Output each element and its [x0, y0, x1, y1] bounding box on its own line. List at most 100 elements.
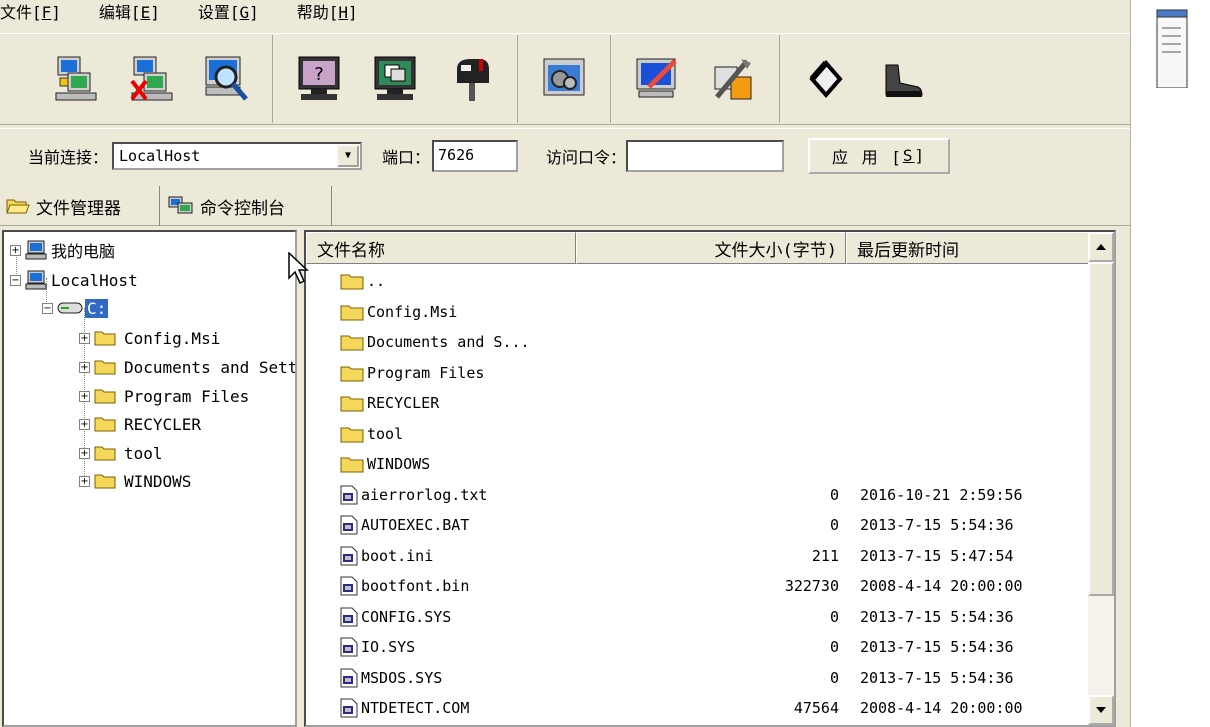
- table-row[interactable]: CONFIG.SYS 0 2013-7-15 5:54:36: [306, 602, 1089, 632]
- column-header-modified[interactable]: 最后更新时间: [846, 232, 1089, 264]
- file-list[interactable]: 文件名称 文件大小(字节) 最后更新时间 .. Config.Msi Documen…: [304, 230, 1116, 727]
- menu-file-key: F: [41, 3, 52, 22]
- scroll-thumb[interactable]: [1088, 262, 1114, 596]
- toolbar-group-settings: [518, 35, 611, 123]
- file-name: Config.Msi: [367, 302, 458, 321]
- table-row[interactable]: ..: [306, 266, 1089, 296]
- computer-icon: [25, 240, 47, 260]
- tree-node-folder[interactable]: + RECYCLER: [79, 410, 201, 438]
- file-size: 211: [811, 546, 839, 565]
- tree-node-folder[interactable]: + WINDOWS: [79, 467, 191, 495]
- port-input[interactable]: 7626: [432, 139, 519, 172]
- file-modified: 2008-4-14 20:00:00: [860, 577, 1023, 595]
- tree-label-localhost: LocalHost: [51, 270, 138, 290]
- back-button[interactable]: [795, 46, 857, 112]
- toolbar-group-edit: [611, 35, 780, 123]
- table-row[interactable]: tool: [306, 419, 1089, 449]
- menu-file[interactable]: 文件[F]: [0, 0, 61, 26]
- table-row[interactable]: Documents and S...: [306, 327, 1089, 357]
- table-row[interactable]: Config.Msi: [306, 297, 1089, 327]
- column-header-name[interactable]: 文件名称: [306, 232, 576, 264]
- menu-file-label: 文件[: [0, 3, 42, 22]
- table-row[interactable]: MSDOS.SYS 0 2013-7-15 5:54:36: [306, 663, 1089, 693]
- table-row[interactable]: aierrorlog.txt 0 2016-10-21 2:59:56: [306, 480, 1089, 510]
- file-name-cell: tool: [340, 424, 403, 444]
- help-monitor-button[interactable]: ?: [288, 46, 350, 112]
- expand-icon[interactable]: +: [79, 475, 90, 487]
- file-icon: [340, 607, 358, 626]
- screen-capture-button[interactable]: [364, 46, 426, 112]
- expand-icon[interactable]: +: [79, 418, 90, 430]
- table-row[interactable]: boot.ini 211 2013-7-15 5:47:54: [306, 541, 1089, 571]
- collapse-icon[interactable]: −: [10, 274, 21, 286]
- edit-monitor-icon: [636, 58, 677, 98]
- app-window: 文件[F] 编辑[E] 设置[G] 帮助[H] ? 当前连接： LocalHos…: [0, 0, 1130, 727]
- table-row[interactable]: Program Files: [306, 358, 1089, 388]
- scroll-down-button[interactable]: [1088, 695, 1114, 725]
- folder-tree[interactable]: + 我的电脑 − LocalHost − C: + Config.Msi + D…: [2, 230, 297, 727]
- edit-config-button[interactable]: [626, 46, 688, 112]
- file-name-cell: NTDETECT.COM: [340, 698, 469, 718]
- file-size: 0: [829, 485, 839, 504]
- file-name: bootfont.bin: [361, 577, 470, 595]
- apply-key: S: [902, 146, 915, 165]
- table-row[interactable]: IO.SYS 0 2013-7-15 5:54:36: [306, 632, 1089, 662]
- file-name: AUTOEXEC.BAT: [361, 516, 470, 534]
- menu-settings[interactable]: 设置[G]: [198, 0, 259, 26]
- table-row[interactable]: AUTOEXEC.BAT 0 2013-7-15 5:54:36: [306, 510, 1089, 540]
- menu-help[interactable]: 帮助[H]: [297, 0, 358, 26]
- scroll-up-button[interactable]: [1088, 232, 1114, 262]
- back-arrow-icon: [809, 59, 843, 99]
- tree-node-folder[interactable]: + Config.Msi: [79, 324, 220, 352]
- boot-button[interactable]: [871, 46, 933, 112]
- tree-node-drive-c[interactable]: − C:: [42, 294, 109, 322]
- tree-label-folder: WINDOWS: [124, 471, 192, 491]
- table-row[interactable]: bootfont.bin 322730 2008-4-14 20:00:00: [306, 571, 1089, 601]
- file-icon: [340, 485, 358, 504]
- table-row[interactable]: NTDETECT.COM 47564 2008-4-14 20:00:00: [306, 693, 1089, 723]
- tree-node-my-computer[interactable]: + 我的电脑: [10, 236, 115, 264]
- arrow-up-icon: [1096, 244, 1106, 250]
- drive-icon: [57, 302, 83, 314]
- password-input[interactable]: [626, 139, 785, 172]
- file-size: 322730: [784, 577, 839, 595]
- expand-icon[interactable]: +: [10, 244, 21, 256]
- file-modified: 2008-4-14 20:00:00: [860, 699, 1023, 717]
- file-name: RECYCLER: [367, 394, 440, 412]
- expand-icon[interactable]: +: [79, 447, 90, 459]
- tree-node-folder[interactable]: + Program Files: [79, 382, 249, 410]
- tree-node-folder[interactable]: + Documents and Settings: [79, 353, 295, 381]
- expand-icon[interactable]: +: [79, 390, 90, 402]
- tab-file-manager[interactable]: 文件管理器: [0, 186, 160, 226]
- file-modified: 2013-7-15 5:54:36: [860, 516, 1014, 534]
- tab-command-console[interactable]: 命令控制台: [162, 186, 332, 226]
- settings-button[interactable]: [533, 46, 595, 112]
- search-host-button[interactable]: [195, 46, 257, 112]
- file-name-cell: CONFIG.SYS: [340, 607, 451, 627]
- menu-bar: 文件[F] 编辑[E] 设置[G] 帮助[H]: [0, 0, 1130, 26]
- table-row[interactable]: RECYCLER: [306, 388, 1089, 418]
- vertical-scrollbar[interactable]: [1088, 232, 1114, 725]
- file-list-header: 文件名称 文件大小(字节) 最后更新时间: [306, 232, 1089, 264]
- file-name-cell: Config.Msi: [340, 302, 457, 322]
- tree-node-folder[interactable]: + tool: [79, 439, 163, 467]
- expand-icon[interactable]: +: [79, 332, 90, 344]
- tools-button[interactable]: [702, 46, 764, 112]
- menu-edit-key: E: [140, 3, 151, 22]
- column-header-size[interactable]: 文件大小(字节): [576, 232, 846, 264]
- menu-edit[interactable]: 编辑[E]: [99, 0, 160, 26]
- file-modified: 2013-7-15 5:54:36: [860, 668, 1014, 687]
- chevron-down-icon[interactable]: ▼: [337, 144, 360, 167]
- apply-button[interactable]: 应 用 [S]: [808, 137, 951, 174]
- tree-node-localhost[interactable]: − LocalHost: [10, 266, 138, 294]
- collapse-icon[interactable]: −: [42, 302, 53, 314]
- current-connection-select[interactable]: LocalHost ▼: [112, 141, 363, 170]
- apply-end: ]: [914, 146, 927, 165]
- mailbox-button[interactable]: [440, 46, 502, 112]
- tree-label-folder: Program Files: [124, 386, 250, 406]
- expand-icon[interactable]: +: [79, 361, 90, 373]
- connect-button[interactable]: [43, 46, 105, 112]
- table-row[interactable]: WINDOWS: [306, 449, 1089, 479]
- notepad-icon[interactable]: [1153, 8, 1193, 88]
- disconnect-button[interactable]: [119, 46, 181, 112]
